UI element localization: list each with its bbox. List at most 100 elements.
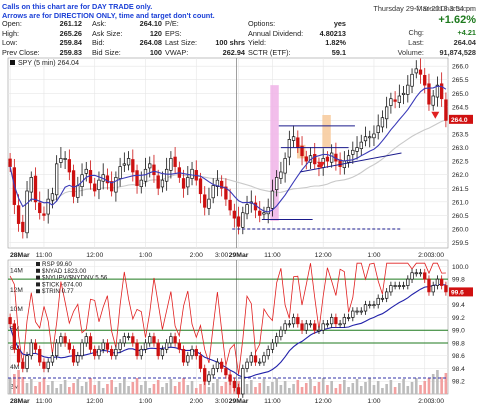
volume-bar	[97, 381, 101, 394]
candle-body	[207, 198, 211, 209]
rsp-candle	[258, 361, 262, 364]
candle-body	[59, 158, 63, 163]
lower-legend-swatch	[36, 289, 40, 294]
lower-x-label: 2:00	[418, 398, 431, 405]
candle-body	[190, 168, 194, 179]
rsp-candle	[270, 342, 275, 350]
rsp-candle	[54, 342, 59, 357]
volume-bar	[46, 385, 50, 394]
rsp-candle	[114, 348, 118, 357]
candle-body	[152, 164, 156, 176]
price-tick-label: 263.0	[452, 145, 469, 152]
candle-body	[414, 68, 418, 74]
last-price-label: 264.0	[451, 117, 468, 124]
volume-bar	[186, 385, 190, 394]
volume-bar	[224, 382, 228, 394]
volume-bar	[114, 387, 118, 394]
lower-right-tick: 99.8	[452, 277, 465, 284]
candle-body	[389, 98, 393, 106]
rsp-candle	[164, 342, 169, 350]
rsp-candle	[435, 278, 440, 286]
price-x-label: 11:00	[36, 252, 53, 259]
rsp-last-label: 99.6	[451, 289, 464, 296]
volume-bar	[364, 382, 367, 394]
price-x-label: 1:00	[367, 252, 380, 259]
rsp-candle	[397, 285, 402, 287]
candle-body	[169, 158, 173, 171]
candle-body	[122, 163, 127, 166]
volume-bar	[165, 383, 168, 394]
rsp-candle	[232, 380, 237, 388]
candle-body	[236, 216, 241, 227]
candle-body	[211, 185, 215, 199]
rsp-candle	[33, 342, 38, 350]
candle-body	[84, 168, 88, 174]
price-tick-label: 265.5	[452, 77, 469, 84]
candle-body	[198, 178, 203, 195]
volume-bar	[216, 379, 219, 394]
candle-body	[258, 210, 262, 216]
rsp-candle	[203, 368, 207, 382]
rsp-candle	[329, 317, 334, 325]
lower-x-label: 3:00	[215, 398, 228, 405]
rsp-candle	[427, 278, 431, 293]
lower-legend-swatch	[36, 275, 40, 280]
rsp-candle	[156, 342, 160, 357]
candle-body	[287, 139, 292, 158]
lower-x-label: 29Mar	[229, 398, 249, 405]
price-x-label: 28Mar	[10, 252, 30, 259]
lower-right-tick: 99.0	[452, 328, 465, 335]
volume-bar	[194, 388, 198, 394]
rsp-candle	[84, 336, 88, 344]
candle-body	[418, 69, 423, 75]
volume-bar	[254, 387, 257, 394]
candle-body	[351, 149, 355, 155]
lower-right-tick: 98.8	[452, 340, 465, 347]
candle-body	[156, 175, 160, 189]
rsp-candle	[253, 355, 258, 363]
volume-bar	[330, 381, 333, 394]
volume-bar	[279, 385, 283, 394]
rsp-candle	[325, 323, 330, 326]
volume-bar	[199, 384, 202, 394]
volume-bar	[17, 370, 20, 394]
lower-right-tick: 98.2	[452, 379, 465, 386]
candle-body	[393, 99, 397, 102]
volume-bar	[21, 377, 25, 394]
rsp-candle	[342, 317, 347, 325]
stock-chart: 259.5 260.0 260.5 261.0 261.5 262.0 262.5 263.0…	[7, 5, 476, 405]
rsp-candle	[219, 361, 224, 369]
volume-bar	[118, 383, 122, 394]
volume-bar	[29, 379, 33, 394]
rsp-candle	[67, 342, 72, 350]
candle-body	[148, 163, 152, 169]
rsp-candle	[169, 336, 173, 344]
volume-bar	[25, 383, 29, 394]
rsp-candle	[8, 317, 12, 325]
candle-body	[16, 205, 21, 224]
volume-bar	[245, 384, 249, 394]
volume-bar	[13, 374, 16, 394]
price-pane: 259.5 260.0 260.5 261.0 261.5 262.0 262.5 263.0…	[7, 57, 473, 259]
rsp-candle	[190, 348, 194, 357]
volume-bar	[351, 383, 355, 394]
rsp-candle	[274, 336, 279, 344]
volume-bar	[178, 382, 181, 394]
volume-bar	[38, 382, 42, 394]
rsp-candle	[97, 348, 101, 357]
price-tick-label: 261.5	[452, 186, 469, 193]
volume-bar	[372, 385, 376, 394]
candle-body	[376, 125, 380, 133]
price-tick-label: 262.0	[452, 172, 469, 179]
rsp-candle	[228, 374, 232, 382]
lower-x-label: 12:00	[86, 398, 103, 405]
candle-body	[397, 95, 402, 103]
candle-body	[21, 221, 25, 233]
candle-body	[270, 190, 275, 209]
rsp-candle	[88, 336, 93, 350]
volume-bar	[211, 383, 215, 394]
lower-right-tick: 100.0	[452, 264, 469, 271]
volume-bar	[106, 384, 109, 394]
candle-body	[283, 158, 287, 174]
rsp-candle	[393, 285, 397, 287]
